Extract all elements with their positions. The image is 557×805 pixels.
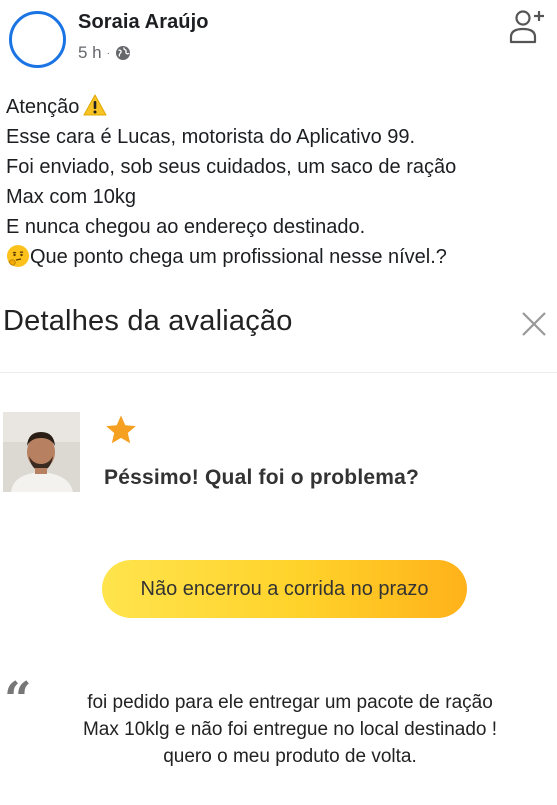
comment-line: quero o meu produto de volta. xyxy=(163,746,417,767)
post-line: Esse cara é Lucas, motorista do Aplicati… xyxy=(6,126,416,148)
post-line: Que ponto chega um profissional nesse ní… xyxy=(6,242,554,272)
meta-separator: · xyxy=(106,47,110,59)
post-line: Foi enviado, sob seus cuidados, um saco … xyxy=(6,156,457,178)
add-friend-icon[interactable] xyxy=(508,8,546,44)
post-meta: 5 h · xyxy=(78,43,131,63)
close-icon[interactable] xyxy=(520,310,548,338)
review-comment: foi pedido para ele entregar um pacote d… xyxy=(20,689,557,770)
driver-photo-image xyxy=(3,412,80,492)
thinking-face-icon xyxy=(7,245,29,267)
divider xyxy=(0,372,557,373)
comment-line: Max 10klg e não foi entregue no local de… xyxy=(82,719,498,740)
avatar[interactable] xyxy=(9,11,66,68)
post-header: Soraia Araújo 5 h · xyxy=(0,0,557,80)
post-line-text: Que ponto chega um profissional nesse ní… xyxy=(30,246,447,268)
post-line-text: Atenção xyxy=(6,96,80,118)
comment-line: foi pedido para ele entregar um pacote d… xyxy=(87,692,493,713)
review-title: Detalhes da avaliação xyxy=(3,305,293,337)
post-line: Max com 10kg xyxy=(6,186,137,208)
post-time[interactable]: 5 h xyxy=(78,43,102,63)
driver-photo xyxy=(3,412,80,492)
star-icon xyxy=(106,415,136,444)
problem-tag-chip[interactable]: Não encerrou a corrida no prazo xyxy=(102,560,467,618)
rating-text: Péssimo! Qual foi o problema? xyxy=(104,466,420,489)
post-line: Atenção xyxy=(6,92,554,122)
post-text: Atenção Esse cara é Lucas, motorista do … xyxy=(6,92,554,272)
globe-icon xyxy=(115,46,130,60)
warning-icon xyxy=(83,94,107,116)
author-name[interactable]: Soraia Araújo xyxy=(78,11,209,34)
post-line: E nunca chegou ao endereço destinado. xyxy=(6,216,366,238)
